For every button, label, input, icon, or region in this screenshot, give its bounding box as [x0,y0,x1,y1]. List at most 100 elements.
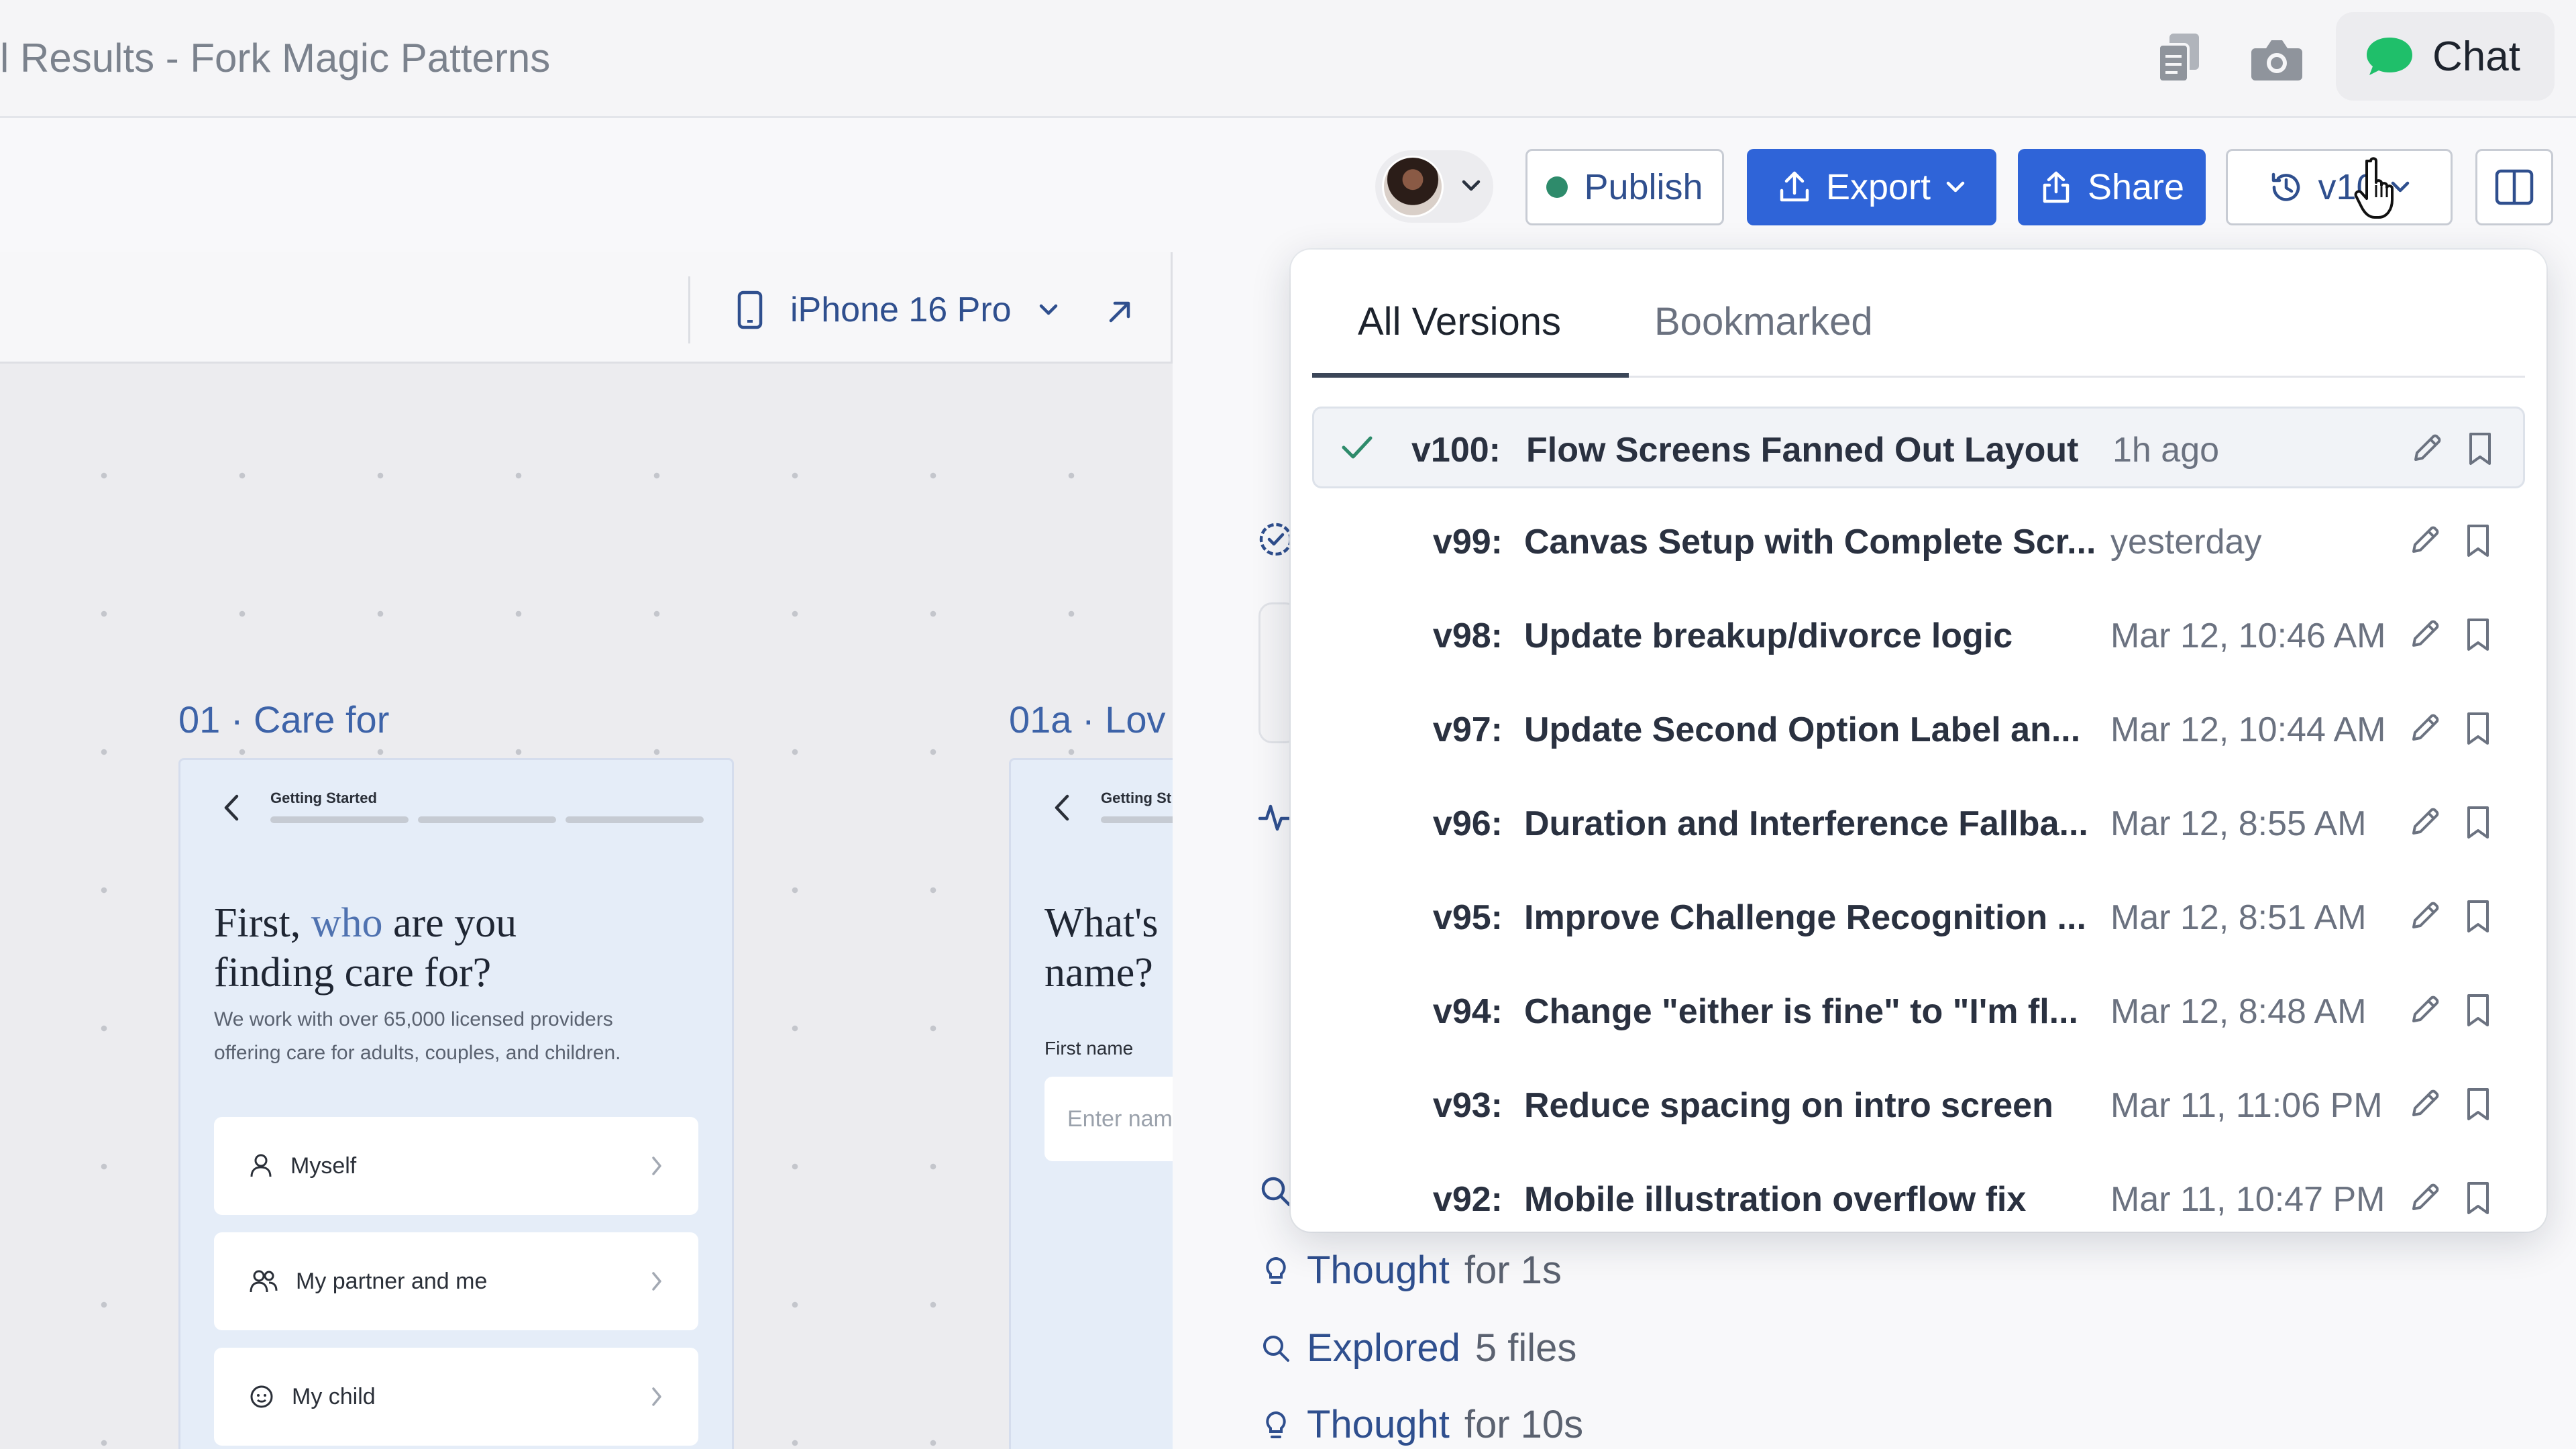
window-title: l Results - Fork Magic Patterns [0,36,551,80]
progress-bar [1101,816,1183,823]
version-number: v93: [1432,1086,1503,1125]
version-row[interactable]: v94: Change "either is fine" to "I'm fl..… [1312,970,2525,1052]
bookmark-icon[interactable] [2463,523,2493,558]
pencil-icon[interactable] [2407,804,2443,840]
versions-dropdown: All Versions Bookmarked v100: Flow Screen… [1291,250,2546,1232]
version-timestamp: yesterday [2110,523,2262,561]
screenshot-button[interactable] [2249,30,2305,86]
status-dot-icon [1546,176,1568,198]
check-icon [1342,436,1373,459]
frame-title: 01a · Lov [1009,698,1166,741]
pencil-icon[interactable] [2407,616,2443,652]
divider [688,276,690,343]
version-number: v92: [1432,1180,1503,1219]
back-chevron-icon[interactable] [1050,791,1074,824]
option-child[interactable]: My child [214,1348,698,1446]
pencil-icon[interactable] [2407,1179,2443,1216]
open-external-icon[interactable] [1102,294,1138,330]
person-icon [250,1154,272,1177]
version-title: Flow Screens Fanned Out Layout [1526,431,2079,470]
device-select[interactable]: iPhone 16 Pro [737,276,1059,343]
phone-frame[interactable]: Getting St What's name? First name Enter … [1009,758,1183,1449]
version-title: Duration and Interference Fallba... [1524,804,2088,843]
active-tab-indicator [1312,373,1629,378]
phone-subtitle: We work with over 65,000 licensed provid… [214,1008,621,1064]
chevron-right-icon [652,1272,661,1291]
people-icon [250,1270,278,1293]
tab-all-versions[interactable]: All Versions [1358,299,1561,344]
version-title: Update breakup/divorce logic [1524,616,2013,655]
phone-frame[interactable]: Getting Started First, who are you findin… [178,758,734,1449]
lightbulb-icon [1266,1256,1286,1284]
tab-bookmarked[interactable]: Bookmarked [1654,299,1873,344]
version-number: v100: [1411,431,1501,470]
chat-button[interactable]: Chat [2336,12,2555,101]
version-row[interactable]: v95: Improve Challenge Recognition ... Mar… [1312,876,2525,958]
bookmark-icon[interactable] [2463,711,2493,746]
bookmark-icon[interactable] [2463,1087,2493,1122]
step-label: Getting St [1101,790,1172,806]
version-title: Mobile illustration overflow fix [1524,1180,2027,1219]
chat-log-item[interactable]: Thought for 1s [1260,1248,1562,1293]
version-timestamp: Mar 12, 8:55 AM [2110,804,2367,843]
chat-log-item[interactable]: Thought for 10s [1260,1402,1583,1447]
option-partner[interactable]: My partner and me [214,1232,698,1330]
chevron-down-icon [1946,181,1965,193]
version-row[interactable]: v99: Canvas Setup with Complete Scr... yes… [1312,500,2525,582]
bookmark-icon[interactable] [2463,1181,2493,1216]
copy-icon [2157,34,2199,83]
pencil-icon[interactable] [2407,991,2443,1028]
lightbulb-icon [1266,1411,1286,1438]
version-title: Improve Challenge Recognition ... [1524,898,2086,937]
version-row[interactable]: v96: Duration and Interference Fallba... M… [1312,782,2525,864]
log-detail: for 10s [1464,1403,1584,1446]
log-keyword: Thought [1307,1403,1450,1446]
pencil-icon[interactable] [2407,1085,2443,1122]
bookmark-icon[interactable] [2465,431,2495,466]
bookmark-icon[interactable] [2463,805,2493,840]
back-chevron-icon[interactable] [219,791,244,824]
phone-heading: What's name? [1044,900,1159,996]
search-icon [1261,1177,1291,1207]
version-row[interactable]: v100: Flow Screens Fanned Out Layout 1h ag… [1312,407,2525,488]
toggle-panel-button[interactable] [2475,149,2553,225]
version-number: v95: [1432,898,1503,937]
pencil-icon[interactable] [2407,898,2443,934]
option-myself[interactable]: Myself [214,1117,698,1215]
title-bar: l Results - Fork Magic Patterns Chat [0,0,2576,118]
chevron-down-icon [1039,304,1057,315]
pencil-icon[interactable] [2409,430,2445,466]
version-row[interactable]: v98: Update breakup/divorce logic Mar 12, … [1312,594,2525,676]
chat-log-item[interactable]: Explored 5 files [1260,1326,1576,1371]
bookmark-icon[interactable] [2463,617,2493,652]
chevron-down-icon [1462,180,1481,191]
version-row[interactable]: v93: Reduce spacing on intro screen Mar 11… [1312,1064,2525,1146]
design-canvas[interactable]: iPhone 16 Pro 01 · Care for Getting Star… [0,252,1183,1449]
share-button[interactable]: Share [2018,149,2206,225]
share-icon [2043,171,2070,203]
chat-label: Chat [2432,33,2520,80]
version-title: Canvas Setup with Complete Scr... [1524,523,2096,561]
option-label: Myself [290,1152,357,1179]
progress-bar [270,816,704,823]
bookmark-icon[interactable] [2463,899,2493,934]
publish-label: Publish [1584,167,1703,207]
version-timestamp: Mar 11, 10:47 PM [2110,1180,2385,1219]
export-button[interactable]: Export [1747,149,1996,225]
version-history-button[interactable]: v10 [2226,149,2453,225]
hand-pointer-icon [2354,157,2394,219]
pencil-icon[interactable] [2407,710,2443,746]
pencil-icon[interactable] [2407,522,2443,558]
copy-button[interactable] [2152,30,2206,86]
version-number: v94: [1432,992,1503,1031]
version-row[interactable]: v92: Mobile illustration overflow fix Mar … [1312,1158,2525,1232]
option-label: My partner and me [296,1268,488,1294]
publish-button[interactable]: Publish [1525,149,1724,225]
bookmark-icon[interactable] [2463,993,2493,1028]
account-menu-button[interactable] [1375,150,1493,223]
frame-title: 01 · Care for [178,698,390,741]
version-row[interactable]: v97: Update Second Option Label an... Mar … [1312,688,2525,770]
first-name-input[interactable]: Enter nam [1044,1077,1183,1161]
phone-heading: First, who are you finding care for? [214,900,517,996]
child-icon [250,1385,273,1408]
